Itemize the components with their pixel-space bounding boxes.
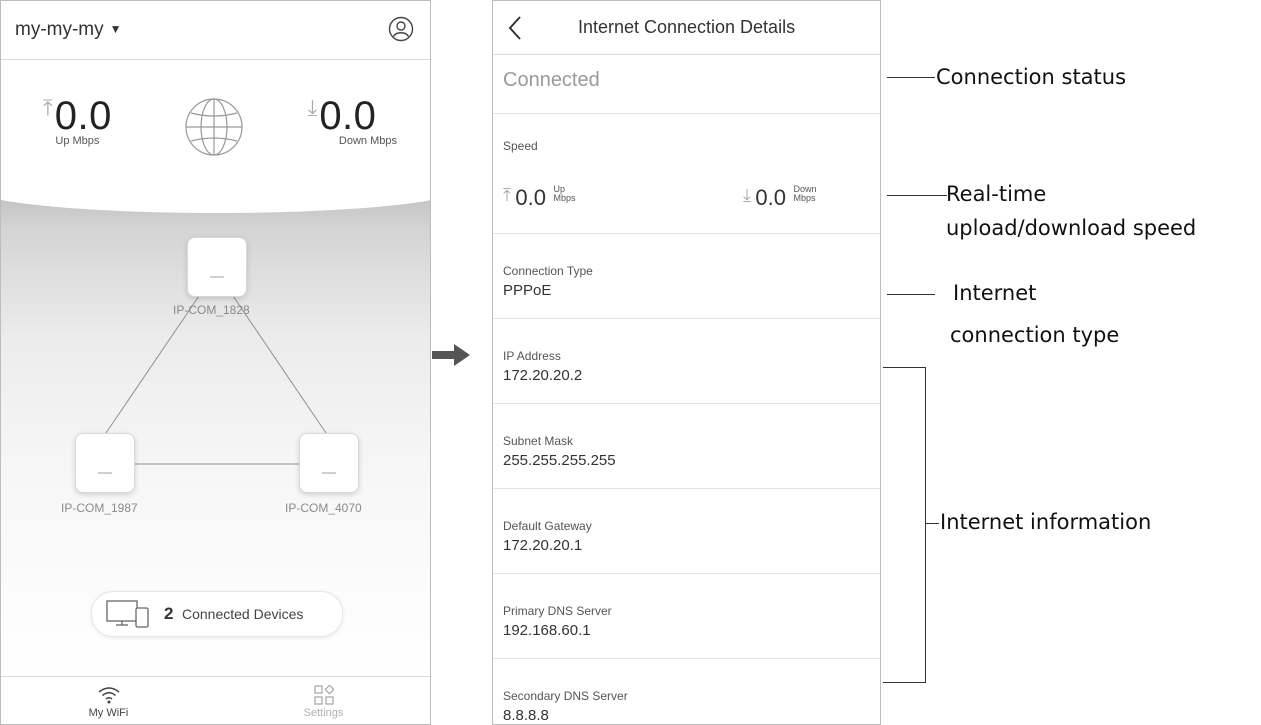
row-label: Connection Type bbox=[503, 264, 593, 278]
wifi-icon bbox=[98, 687, 119, 704]
annotation-realtime-line1: Real-time bbox=[946, 182, 1047, 206]
download-arrow-icon: ⤓ bbox=[743, 185, 751, 205]
annotation-leader bbox=[887, 294, 935, 295]
devices-count: 2 bbox=[164, 604, 174, 623]
annotation-internet-information: Internet information bbox=[940, 510, 1152, 534]
download-speed-small: ⤓ 0.0 Down Mbps bbox=[743, 185, 816, 211]
subnet-mask-row: Subnet Mask 255.255.255.255 bbox=[493, 404, 880, 489]
connection-type-row: Connection Type PPPoE bbox=[493, 234, 880, 319]
speed-label: Speed bbox=[503, 139, 538, 153]
right-arrow-icon bbox=[432, 344, 470, 366]
devices-label: Connected Devices bbox=[182, 606, 304, 622]
row-label: Subnet Mask bbox=[503, 434, 574, 448]
settings-icon bbox=[313, 685, 334, 705]
connection-status-row: Connected bbox=[493, 55, 880, 114]
row-value: 255.255.255.255 bbox=[503, 452, 616, 469]
upload-speed-small: ⤒ 0.0 Up Mbps bbox=[503, 185, 575, 211]
default-gateway-row: Default Gateway 172.20.20.1 bbox=[493, 489, 880, 574]
annotation-leader bbox=[887, 77, 935, 78]
download-unit-bottom: Mbps bbox=[793, 193, 816, 203]
node-label: IP-COM_1828 bbox=[173, 303, 250, 317]
home-screen: my-my-my ▼ ⤒0.0 Up Mbps ⤓0.0 Down Mbps IP… bbox=[0, 0, 431, 725]
annotation-connection-status: Connection status bbox=[936, 65, 1127, 89]
row-value: 8.8.8.8 bbox=[503, 707, 549, 724]
download-value: 0.0 bbox=[755, 185, 787, 210]
upload-unit-bottom: Mbps bbox=[553, 193, 576, 203]
primary-dns-row: Primary DNS Server 192.168.60.1 bbox=[493, 574, 880, 659]
connected-devices-button[interactable]: 2 Connected Devices bbox=[91, 591, 343, 637]
tab-label: Settings bbox=[303, 707, 344, 719]
tab-my-wifi[interactable]: My WiFi bbox=[1, 677, 216, 724]
devices-icon bbox=[106, 600, 149, 628]
annotation-bracket bbox=[883, 367, 926, 683]
node-label: IP-COM_4070 bbox=[285, 501, 362, 515]
row-value: 172.20.20.1 bbox=[503, 537, 583, 554]
row-label: IP Address bbox=[503, 349, 561, 363]
row-label: Primary DNS Server bbox=[503, 604, 612, 618]
annotation-leader bbox=[925, 523, 939, 524]
tab-bar: My WiFi Settings bbox=[1, 676, 430, 724]
ip-address-row: IP Address 172.20.20.2 bbox=[493, 319, 880, 404]
speed-row: Speed ⤒ 0.0 Up Mbps ⤓ 0.0 Down Mbps bbox=[493, 115, 880, 234]
page-title: Internet Connection Details bbox=[577, 17, 796, 37]
annotation-conn-type-line1: Internet bbox=[953, 281, 1037, 305]
connection-details-screen: Internet Connection Details Connected Sp… bbox=[492, 0, 881, 725]
row-value: 172.20.20.2 bbox=[503, 367, 583, 384]
mesh-node-1828[interactable] bbox=[187, 237, 247, 297]
node-label: IP-COM_1987 bbox=[61, 501, 138, 515]
row-label: Secondary DNS Server bbox=[503, 689, 628, 703]
tab-label: My WiFi bbox=[88, 707, 129, 719]
mesh-node-4070[interactable] bbox=[299, 433, 359, 493]
upload-arrow-icon: ⤒ bbox=[503, 185, 511, 205]
annotation-realtime-line2: upload/download speed bbox=[946, 216, 1197, 240]
row-value: 192.168.60.1 bbox=[503, 622, 591, 639]
connection-status: Connected bbox=[503, 69, 600, 91]
upload-value: 0.0 bbox=[515, 185, 547, 210]
annotation-leader bbox=[887, 195, 947, 196]
tab-settings[interactable]: Settings bbox=[216, 677, 430, 724]
row-label: Default Gateway bbox=[503, 519, 592, 533]
annotation-conn-type-line2: connection type bbox=[950, 323, 1120, 347]
secondary-dns-row: Secondary DNS Server 8.8.8.8 bbox=[493, 659, 880, 724]
mesh-node-1987[interactable] bbox=[75, 433, 135, 493]
row-value: PPPoE bbox=[503, 282, 552, 299]
details-header: Internet Connection Details bbox=[493, 1, 880, 55]
